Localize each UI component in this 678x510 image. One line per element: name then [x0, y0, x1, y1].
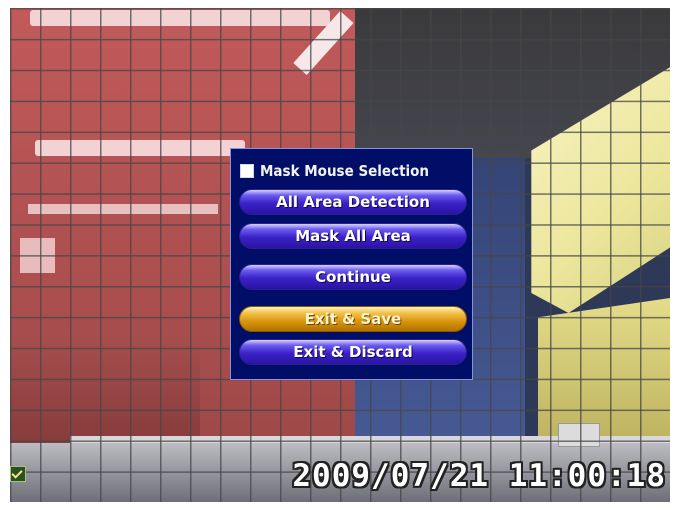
mask-mouse-selection-label: Mask Mouse Selection	[260, 162, 430, 180]
all-area-detection-button[interactable]: All Area Detection	[239, 189, 467, 215]
exit-and-discard-button[interactable]: Exit & Discard	[239, 339, 467, 365]
mask-all-area-button[interactable]: Mask All Area	[239, 223, 467, 249]
checkmark-icon	[10, 466, 26, 482]
mask-menu-panel: Mask Mouse Selection All Area Detection …	[230, 148, 473, 380]
osd-timestamp: 2009/07/21 11:00:18	[292, 458, 666, 494]
mask-mouse-selection-row[interactable]: Mask Mouse Selection	[240, 161, 429, 181]
exit-and-save-button[interactable]: Exit & Save	[239, 306, 467, 332]
mask-mouse-selection-checkbox[interactable]	[240, 164, 254, 178]
continue-button[interactable]: Continue	[239, 264, 467, 290]
